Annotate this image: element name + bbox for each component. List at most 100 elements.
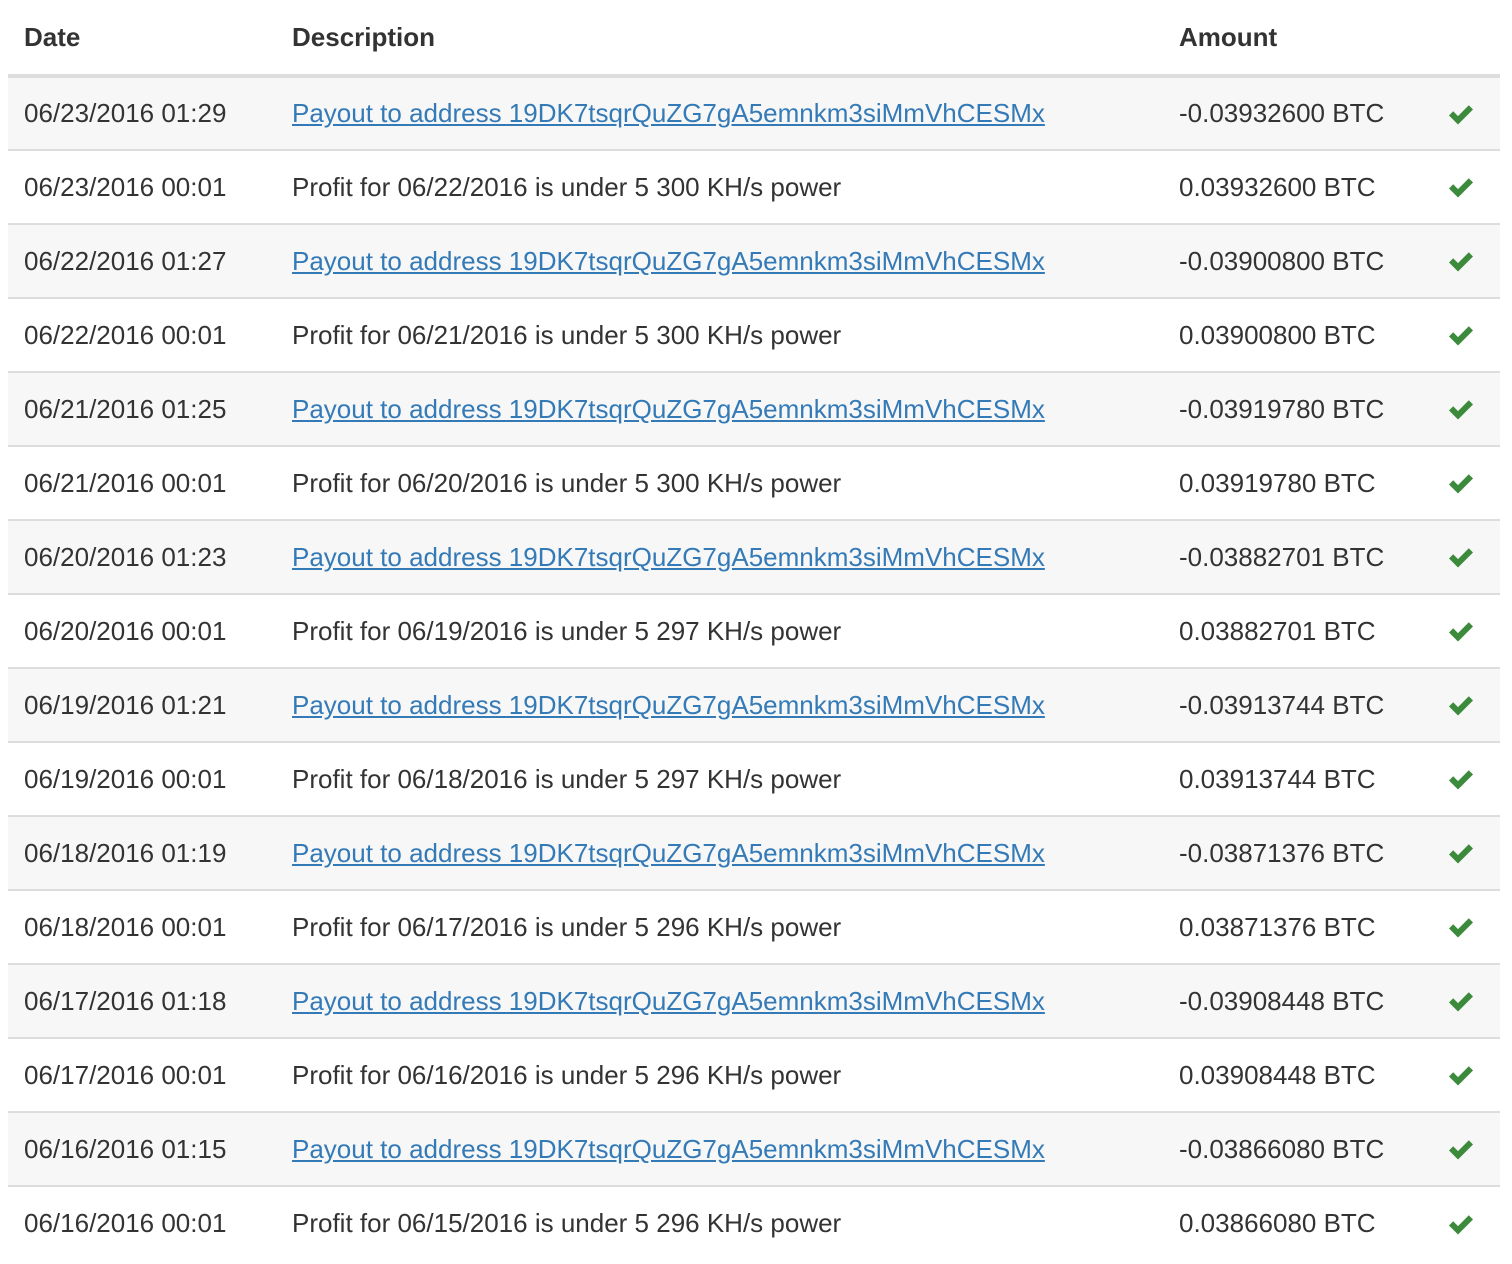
profit-description-text: Profit for 06/21/2016 is under 5 300 KH/…: [292, 319, 842, 350]
date-cell: 06/23/2016 01:29: [8, 76, 276, 150]
table-row: 06/17/2016 01:18 Payout to address 19DK7t…: [8, 963, 1500, 1038]
column-header-date: Date: [8, 0, 276, 78]
table-row: 06/20/2016 00:01 Profit for 06/19/2016 is…: [8, 593, 1500, 668]
transactions-table-container: Date Description Amount 06/23/2016 01:29…: [8, 0, 1500, 1260]
description-cell: Payout to address 19DK7tsqrQuZG7gA5emnkm…: [276, 963, 1163, 1038]
status-cell: [1422, 667, 1500, 742]
transactions-table: Date Description Amount 06/23/2016 01:29…: [8, 0, 1500, 1260]
profit-description-text: Profit for 06/17/2016 is under 5 296 KH/…: [292, 911, 842, 942]
column-header-description: Description: [276, 0, 1163, 78]
column-header-amount: Amount: [1163, 0, 1422, 78]
description-cell: Payout to address 19DK7tsqrQuZG7gA5emnkm…: [276, 371, 1163, 446]
table-row: 06/23/2016 01:29 Payout to address 19DK7t…: [8, 76, 1500, 150]
check-icon: [1446, 1210, 1476, 1240]
profit-description-text: Profit for 06/19/2016 is under 5 297 KH/…: [292, 615, 842, 646]
description-cell: Profit for 06/21/2016 is under 5 300 KH/…: [276, 297, 1163, 372]
table-row: 06/19/2016 01:21 Payout to address 19DK7t…: [8, 667, 1500, 742]
amount-cell: -0.03866080 BTC: [1163, 1111, 1422, 1186]
table-row: 06/19/2016 00:01 Profit for 06/18/2016 is…: [8, 741, 1500, 816]
description-cell: Profit for 06/20/2016 is under 5 300 KH/…: [276, 445, 1163, 520]
payout-address-link[interactable]: Payout to address 19DK7tsqrQuZG7gA5emnkm…: [292, 542, 1045, 572]
payout-address-link[interactable]: Payout to address 19DK7tsqrQuZG7gA5emnkm…: [292, 246, 1045, 276]
amount-cell: 0.03932600 BTC: [1163, 149, 1422, 224]
check-icon: [1446, 913, 1476, 943]
check-icon: [1446, 1135, 1476, 1165]
description-cell: Profit for 06/22/2016 is under 5 300 KH/…: [276, 149, 1163, 224]
profit-description-text: Profit for 06/20/2016 is under 5 300 KH/…: [292, 467, 842, 498]
status-cell: [1422, 76, 1500, 150]
date-cell: 06/17/2016 00:01: [8, 1037, 276, 1112]
description-cell: Payout to address 19DK7tsqrQuZG7gA5emnkm…: [276, 667, 1163, 742]
amount-cell: -0.03932600 BTC: [1163, 76, 1422, 150]
table-row: 06/22/2016 00:01 Profit for 06/21/2016 is…: [8, 297, 1500, 372]
check-icon: [1446, 617, 1476, 647]
check-icon: [1446, 1061, 1476, 1091]
date-cell: 06/22/2016 01:27: [8, 223, 276, 298]
status-cell: [1422, 889, 1500, 964]
date-cell: 06/19/2016 01:21: [8, 667, 276, 742]
table-row: 06/16/2016 01:15 Payout to address 19DK7t…: [8, 1111, 1500, 1186]
profit-description-text: Profit for 06/18/2016 is under 5 297 KH/…: [292, 763, 842, 794]
amount-cell: -0.03913744 BTC: [1163, 667, 1422, 742]
date-cell: 06/16/2016 01:15: [8, 1111, 276, 1186]
description-cell: Payout to address 19DK7tsqrQuZG7gA5emnkm…: [276, 223, 1163, 298]
payout-address-link[interactable]: Payout to address 19DK7tsqrQuZG7gA5emnkm…: [292, 986, 1045, 1016]
payout-address-link[interactable]: Payout to address 19DK7tsqrQuZG7gA5emnkm…: [292, 1134, 1045, 1164]
status-cell: [1422, 371, 1500, 446]
payout-address-link[interactable]: Payout to address 19DK7tsqrQuZG7gA5emnkm…: [292, 394, 1045, 424]
table-row: 06/21/2016 00:01 Profit for 06/20/2016 is…: [8, 445, 1500, 520]
status-cell: [1422, 445, 1500, 520]
profit-description-text: Profit for 06/15/2016 is under 5 296 KH/…: [292, 1208, 842, 1238]
status-cell: [1422, 815, 1500, 890]
check-icon: [1446, 469, 1476, 499]
status-cell: [1422, 963, 1500, 1038]
date-cell: 06/23/2016 00:01: [8, 149, 276, 224]
table-row: 06/20/2016 01:23 Payout to address 19DK7t…: [8, 519, 1500, 594]
check-icon: [1446, 765, 1476, 795]
payout-address-link[interactable]: Payout to address 19DK7tsqrQuZG7gA5emnkm…: [292, 690, 1045, 720]
amount-cell: -0.03919780 BTC: [1163, 371, 1422, 446]
table-row: 06/17/2016 00:01 Profit for 06/16/2016 is…: [8, 1037, 1500, 1112]
check-icon: [1446, 173, 1476, 203]
check-icon: [1446, 395, 1476, 425]
date-cell: 06/20/2016 00:01: [8, 593, 276, 668]
date-cell: 06/16/2016 00:01: [8, 1185, 276, 1260]
description-cell: Profit for 06/16/2016 is under 5 296 KH/…: [276, 1037, 1163, 1112]
date-cell: 06/20/2016 01:23: [8, 519, 276, 594]
check-icon: [1446, 691, 1476, 721]
description-cell: Profit for 06/18/2016 is under 5 297 KH/…: [276, 741, 1163, 816]
amount-cell: 0.03866080 BTC: [1163, 1185, 1422, 1260]
header-row: Date Description Amount: [8, 0, 1500, 78]
description-cell: Profit for 06/19/2016 is under 5 297 KH/…: [276, 593, 1163, 668]
description-cell: Payout to address 19DK7tsqrQuZG7gA5emnkm…: [276, 815, 1163, 890]
check-icon: [1446, 839, 1476, 869]
description-cell: Payout to address 19DK7tsqrQuZG7gA5emnkm…: [276, 76, 1163, 150]
date-cell: 06/22/2016 00:01: [8, 297, 276, 372]
status-cell: [1422, 519, 1500, 594]
check-icon: [1446, 100, 1476, 130]
table-row: 06/23/2016 00:01 Profit for 06/22/2016 is…: [8, 149, 1500, 224]
date-cell: 06/19/2016 00:01: [8, 741, 276, 816]
status-cell: [1422, 1037, 1500, 1112]
amount-cell: -0.03908448 BTC: [1163, 963, 1422, 1038]
date-cell: 06/18/2016 00:01: [8, 889, 276, 964]
payout-address-link[interactable]: Payout to address 19DK7tsqrQuZG7gA5emnkm…: [292, 98, 1045, 128]
status-cell: [1422, 149, 1500, 224]
date-cell: 06/21/2016 00:01: [8, 445, 276, 520]
table-header: Date Description Amount: [8, 0, 1500, 78]
check-icon: [1446, 987, 1476, 1017]
amount-cell: 0.03871376 BTC: [1163, 889, 1422, 964]
payout-address-link[interactable]: Payout to address 19DK7tsqrQuZG7gA5emnkm…: [292, 838, 1045, 868]
profit-description-text: Profit for 06/16/2016 is under 5 296 KH/…: [292, 1059, 842, 1090]
date-cell: 06/21/2016 01:25: [8, 371, 276, 446]
column-header-status: [1422, 0, 1500, 78]
amount-cell: 0.03908448 BTC: [1163, 1037, 1422, 1112]
table-row: 06/18/2016 01:19 Payout to address 19DK7t…: [8, 815, 1500, 890]
amount-cell: -0.03871376 BTC: [1163, 815, 1422, 890]
table-row: 06/22/2016 01:27 Payout to address 19DK7t…: [8, 223, 1500, 298]
date-cell: 06/17/2016 01:18: [8, 963, 276, 1038]
description-cell: Profit for 06/17/2016 is under 5 296 KH/…: [276, 889, 1163, 964]
status-cell: [1422, 1185, 1500, 1260]
table-row: 06/16/2016 00:01 Profit for 06/15/2016 is…: [8, 1185, 1500, 1260]
amount-cell: 0.03882701 BTC: [1163, 593, 1422, 668]
